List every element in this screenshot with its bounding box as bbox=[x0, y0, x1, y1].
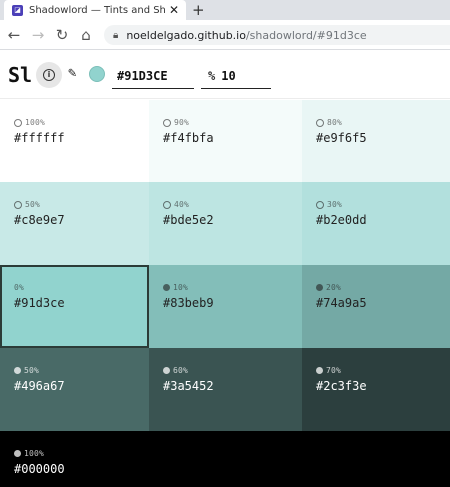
shade-marker-icon bbox=[14, 367, 21, 374]
url-path: /shadowlord/#91d3ce bbox=[245, 28, 367, 42]
color-percentage: 90% bbox=[163, 118, 302, 127]
color-percentage: 70% bbox=[316, 366, 450, 375]
percentage-label: 30% bbox=[327, 200, 343, 209]
color-percentage: 0% bbox=[14, 283, 149, 292]
app-header: Sl i ✎ % bbox=[0, 51, 450, 99]
browser-toolbar: ← → ↻ ⌂ 🔒︎ noeldelgado.github.io/shadowl… bbox=[0, 20, 450, 50]
color-percentage: 100% bbox=[14, 449, 450, 458]
favicon-icon: ◪ bbox=[12, 4, 23, 16]
info-icon: i bbox=[43, 69, 55, 81]
color-grid: 100% #ffffff 90% #f4fbfa 80% #e9f6f5 50% #c8e9e… bbox=[0, 100, 450, 487]
color-cell[interactable]: 30% #b2e0dd bbox=[302, 182, 450, 265]
color-cell[interactable]: 80% #e9f6f5 bbox=[302, 100, 450, 182]
tab-title: Shadowlord — Tints and Shades bbox=[29, 4, 166, 16]
color-cell[interactable]: 50% #c8e9e7 bbox=[0, 182, 149, 265]
hex-label: #2c3f3e bbox=[316, 379, 367, 393]
color-cell[interactable]: 0% #91d3ce bbox=[0, 265, 149, 348]
color-percentage: 50% bbox=[14, 200, 149, 209]
browser-tab[interactable]: ◪ Shadowlord — Tints and Shades ✕ bbox=[4, 0, 186, 20]
color-cell[interactable]: 90% #f4fbfa bbox=[149, 100, 302, 182]
tint-marker-icon bbox=[163, 118, 171, 127]
color-percentage: 30% bbox=[316, 200, 450, 209]
color-cell[interactable]: 70% #2c3f3e bbox=[302, 348, 450, 431]
color-percentage: 50% bbox=[14, 366, 149, 375]
hex-label: #bde5e2 bbox=[163, 213, 214, 227]
tint-marker-icon bbox=[316, 118, 324, 127]
hex-label: #74a9a5 bbox=[316, 296, 367, 310]
color-percentage: 60% bbox=[163, 366, 302, 375]
percentage-label: 20% bbox=[326, 283, 342, 292]
percentage-label: 50% bbox=[25, 200, 41, 209]
color-cell[interactable]: 20% #74a9a5 bbox=[302, 265, 450, 348]
close-tab-icon[interactable]: ✕ bbox=[166, 3, 182, 17]
shade-marker-icon bbox=[14, 450, 21, 457]
color-swatch[interactable] bbox=[89, 66, 105, 82]
color-percentage: 80% bbox=[316, 118, 450, 127]
reload-button[interactable]: ↻ bbox=[50, 26, 74, 44]
tint-marker-icon bbox=[14, 118, 22, 127]
hex-label: #3a5452 bbox=[163, 379, 214, 393]
color-percentage: 40% bbox=[163, 200, 302, 209]
hex-label: #000000 bbox=[14, 462, 65, 476]
color-cell[interactable]: 10% #83beb9 bbox=[149, 265, 302, 348]
hex-label: #c8e9e7 bbox=[14, 213, 65, 227]
browser-tab-bar: ◪ Shadowlord — Tints and Shades ✕ + bbox=[0, 0, 450, 20]
percent-icon: % bbox=[208, 68, 216, 83]
color-cell[interactable]: 100% #ffffff bbox=[0, 100, 149, 182]
forward-button[interactable]: → bbox=[26, 26, 50, 44]
percentage-label: 60% bbox=[173, 366, 189, 375]
hex-label: #f4fbfa bbox=[163, 131, 214, 145]
color-percentage: 100% bbox=[14, 118, 149, 127]
url-host: noeldelgado.github.io bbox=[126, 28, 246, 42]
hex-color-input[interactable] bbox=[112, 63, 194, 89]
percentage-label: 50% bbox=[24, 366, 40, 375]
percentage-label: 100% bbox=[25, 118, 46, 127]
tint-marker-icon bbox=[316, 200, 324, 209]
shade-marker-icon bbox=[163, 367, 170, 374]
hex-label: #ffffff bbox=[14, 131, 65, 145]
hex-label: #91d3ce bbox=[14, 296, 65, 310]
percentage-label: 10% bbox=[173, 283, 189, 292]
eyedropper-icon[interactable]: ✎ bbox=[68, 65, 76, 81]
color-cell[interactable]: 60% #3a5452 bbox=[149, 348, 302, 431]
hex-label: #b2e0dd bbox=[316, 213, 367, 227]
percentage-label: 40% bbox=[174, 200, 190, 209]
app-logo[interactable]: Sl bbox=[8, 63, 32, 87]
hex-label: #e9f6f5 bbox=[316, 131, 367, 145]
percentage-label: 80% bbox=[327, 118, 343, 127]
percentage-label: 90% bbox=[174, 118, 190, 127]
address-bar[interactable]: 🔒︎ noeldelgado.github.io/shadowlord/#91d… bbox=[104, 25, 450, 45]
hex-label: #83beb9 bbox=[163, 296, 214, 310]
hex-label: #496a67 bbox=[14, 379, 65, 393]
tint-marker-icon bbox=[14, 200, 22, 209]
color-cell[interactable]: 100% #000000 bbox=[0, 431, 450, 487]
tint-marker-icon bbox=[163, 200, 171, 209]
shade-marker-icon bbox=[163, 284, 170, 291]
home-button[interactable]: ⌂ bbox=[74, 26, 98, 44]
shade-marker-icon bbox=[316, 367, 323, 374]
percentage-field[interactable]: % bbox=[201, 63, 271, 89]
color-cell[interactable]: 40% #bde5e2 bbox=[149, 182, 302, 265]
shade-marker-icon bbox=[316, 284, 323, 291]
color-percentage: 20% bbox=[316, 283, 450, 292]
lock-icon[interactable]: 🔒︎ bbox=[113, 30, 118, 41]
info-button[interactable]: i bbox=[36, 62, 62, 88]
percentage-input[interactable] bbox=[221, 68, 262, 83]
percentage-label: 0% bbox=[14, 283, 25, 292]
color-percentage: 10% bbox=[163, 283, 302, 292]
new-tab-button[interactable]: + bbox=[192, 1, 205, 19]
percentage-label: 100% bbox=[24, 449, 45, 458]
percentage-label: 70% bbox=[326, 366, 342, 375]
color-cell[interactable]: 50% #496a67 bbox=[0, 348, 149, 431]
back-button[interactable]: ← bbox=[2, 26, 26, 44]
